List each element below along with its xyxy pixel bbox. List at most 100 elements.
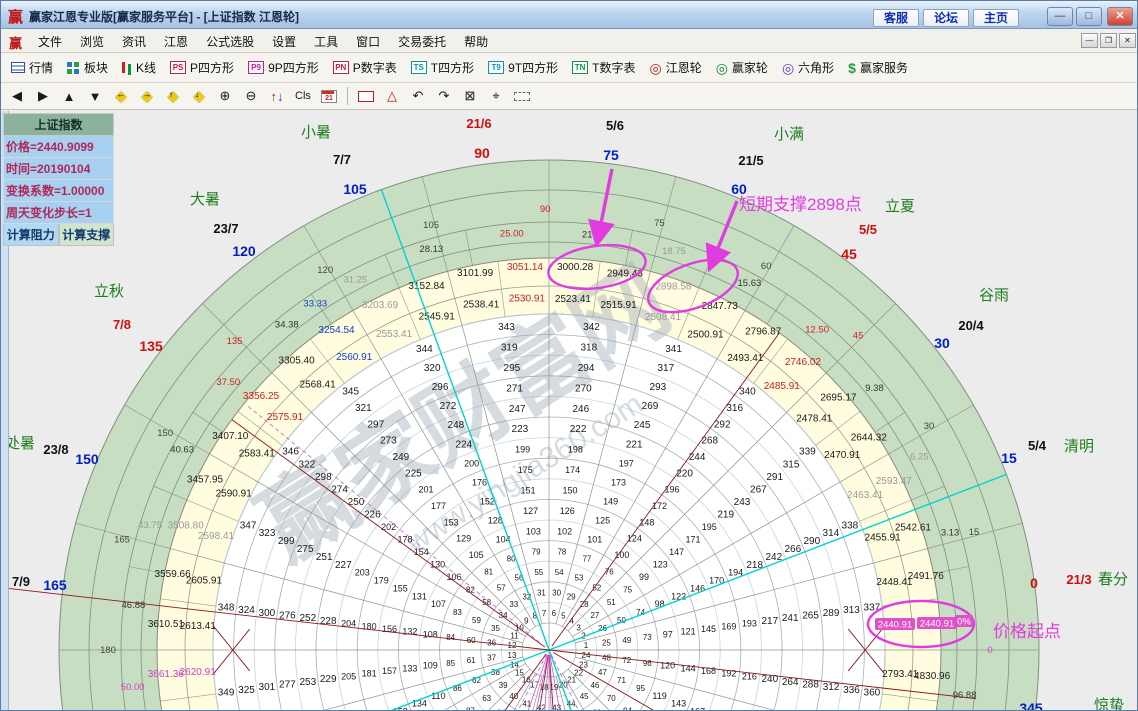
toolbar-button-K线[interactable]: K线 bbox=[122, 59, 156, 76]
svg-text:275: 275 bbox=[297, 544, 314, 555]
nav-up-icon[interactable]: ▲ bbox=[61, 89, 77, 104]
svg-text:43.75: 43.75 bbox=[138, 520, 162, 531]
svg-text:2440.91: 2440.91 bbox=[920, 619, 954, 630]
toolbar-button-江恩轮[interactable]: ◎江恩轮 bbox=[649, 59, 701, 76]
mdi-close-button[interactable]: ✕ bbox=[1119, 33, 1136, 48]
svg-text:30: 30 bbox=[934, 335, 950, 351]
homepage-button[interactable]: 主页 bbox=[973, 9, 1019, 27]
svg-text:108: 108 bbox=[423, 629, 438, 639]
menu-item-公式选股[interactable]: 公式选股 bbox=[197, 30, 263, 53]
toolbar-separator bbox=[347, 87, 348, 105]
menu-item-窗口[interactable]: 窗口 bbox=[347, 30, 389, 53]
menu-item-交易委托[interactable]: 交易委托 bbox=[389, 30, 455, 53]
step-down-icon[interactable]: ◆↓ bbox=[191, 87, 207, 105]
svg-text:2553.41: 2553.41 bbox=[376, 329, 413, 340]
svg-text:292: 292 bbox=[714, 419, 731, 430]
svg-text:45: 45 bbox=[580, 692, 589, 701]
svg-text:59: 59 bbox=[472, 616, 481, 625]
zoom-in-icon[interactable]: ⊕ bbox=[217, 88, 233, 104]
toolbar-button-行情[interactable]: 行情 bbox=[11, 59, 53, 76]
svg-text:2470.91: 2470.91 bbox=[824, 450, 861, 461]
mdi-restore-button[interactable]: ❐ bbox=[1100, 33, 1117, 48]
toolbar-button-T数字表[interactable]: TNT数字表 bbox=[572, 59, 635, 76]
triangle-tool-icon[interactable]: △ bbox=[384, 88, 400, 104]
toolbar-button-板块[interactable]: 板块 bbox=[67, 59, 108, 76]
mdi-minimize-button[interactable]: — bbox=[1081, 33, 1098, 48]
svg-text:5/5: 5/5 bbox=[859, 222, 877, 237]
svg-text:290: 290 bbox=[803, 536, 820, 547]
toolbar-button-P四方形[interactable]: PSP四方形 bbox=[170, 59, 234, 76]
toolbar-button-P数字表[interactable]: PNP数字表 bbox=[333, 59, 397, 76]
support-note: 短期支撑2898点 bbox=[739, 195, 862, 214]
nav-left-icon[interactable]: ◀ bbox=[9, 88, 25, 104]
svg-text:53: 53 bbox=[575, 574, 584, 583]
svg-text:299: 299 bbox=[278, 536, 295, 547]
svg-text:2590.91: 2590.91 bbox=[216, 489, 253, 500]
step-up-icon[interactable]: ◆↑ bbox=[165, 87, 181, 105]
rotate-ccw-icon[interactable]: ↶ bbox=[410, 88, 426, 104]
menu-bar: 赢 文件浏览资讯江恩公式选股设置工具窗口交易委托帮助 —❐✕ bbox=[1, 29, 1138, 53]
customer-service-button[interactable]: 客服 bbox=[873, 9, 919, 27]
box-x-icon[interactable]: ⊠ bbox=[462, 88, 478, 104]
target-icon[interactable]: ⌖ bbox=[488, 88, 504, 104]
maximize-button[interactable]: □ bbox=[1076, 7, 1102, 26]
svg-text:135: 135 bbox=[227, 336, 243, 347]
svg-text:347: 347 bbox=[240, 520, 257, 531]
svg-text:205: 205 bbox=[341, 671, 356, 681]
toolbar-button-六角形[interactable]: ◎六角形 bbox=[782, 59, 834, 76]
zoom-out-icon[interactable]: ⊖ bbox=[243, 88, 259, 104]
flip-vertical-icon[interactable]: ↑↓ bbox=[269, 89, 285, 104]
svg-text:249: 249 bbox=[393, 452, 410, 463]
svg-text:90: 90 bbox=[474, 145, 490, 161]
menu-item-帮助[interactable]: 帮助 bbox=[455, 30, 497, 53]
toolbar-label: 赢家轮 bbox=[732, 59, 768, 76]
menu-item-江恩[interactable]: 江恩 bbox=[155, 30, 197, 53]
calc-resistance-button[interactable]: 计算阻力 bbox=[3, 224, 59, 246]
rect-tool-icon[interactable] bbox=[358, 91, 374, 102]
gann-wheel-svg[interactable]: 赢家财富网www.yingjia360.com12345678910111213… bbox=[1, 111, 1138, 711]
svg-text:179: 179 bbox=[374, 576, 389, 586]
menu-item-设置[interactable]: 设置 bbox=[263, 30, 305, 53]
toolbar-button-9P四方形[interactable]: P99P四方形 bbox=[248, 59, 319, 76]
svg-text:94: 94 bbox=[623, 706, 632, 711]
svg-text:9: 9 bbox=[524, 616, 529, 625]
menu-item-工具[interactable]: 工具 bbox=[305, 30, 347, 53]
svg-text:45: 45 bbox=[841, 246, 857, 262]
forum-button[interactable]: 论坛 bbox=[923, 9, 969, 27]
svg-text:50.00: 50.00 bbox=[121, 682, 145, 693]
screen-tool-icon[interactable] bbox=[514, 92, 530, 101]
nav-down-icon[interactable]: ▼ bbox=[87, 89, 103, 104]
step-left-icon[interactable]: ◆← bbox=[113, 87, 129, 105]
toolbar-button-9T四方形[interactable]: T99T四方形 bbox=[488, 59, 558, 76]
toolbar-label: 赢家服务 bbox=[860, 59, 908, 76]
svg-text:7/9: 7/9 bbox=[12, 574, 30, 589]
svg-text:清明: 清明 bbox=[1064, 438, 1094, 455]
svg-text:3254.54: 3254.54 bbox=[318, 325, 355, 336]
calc-support-button[interactable]: 计算支撑 bbox=[59, 224, 115, 246]
menu-item-文件[interactable]: 文件 bbox=[29, 30, 71, 53]
svg-text:15.63: 15.63 bbox=[738, 278, 762, 289]
svg-text:立夏: 立夏 bbox=[885, 198, 915, 215]
svg-text:172: 172 bbox=[652, 501, 667, 511]
close-button[interactable]: ✕ bbox=[1107, 7, 1133, 26]
cls-button[interactable]: Cls bbox=[295, 90, 311, 102]
svg-text:48: 48 bbox=[602, 654, 611, 663]
svg-text:3.13: 3.13 bbox=[941, 527, 960, 538]
svg-text:250: 250 bbox=[348, 497, 365, 508]
badge-P9: P9 bbox=[248, 61, 264, 74]
svg-text:2568.41: 2568.41 bbox=[300, 380, 337, 391]
minimize-button[interactable]: — bbox=[1047, 7, 1073, 26]
toolbar-button-赢家轮[interactable]: ◎赢家轮 bbox=[716, 59, 768, 76]
panel-row: 周天变化步长=1 bbox=[3, 202, 114, 224]
svg-text:321: 321 bbox=[355, 403, 372, 414]
calendar-icon[interactable]: 21 bbox=[321, 90, 337, 103]
step-right-icon[interactable]: ◆→ bbox=[139, 87, 155, 105]
toolbar-button-T四方形[interactable]: TST四方形 bbox=[411, 59, 474, 76]
toolbar-button-赢家服务[interactable]: $赢家服务 bbox=[848, 59, 908, 76]
svg-text:3457.95: 3457.95 bbox=[187, 474, 224, 485]
svg-text:340: 340 bbox=[739, 387, 756, 398]
menu-item-资讯[interactable]: 资讯 bbox=[113, 30, 155, 53]
menu-item-浏览[interactable]: 浏览 bbox=[71, 30, 113, 53]
rotate-cw-icon[interactable]: ↷ bbox=[436, 88, 452, 104]
nav-right-icon[interactable]: ▶ bbox=[35, 88, 51, 104]
